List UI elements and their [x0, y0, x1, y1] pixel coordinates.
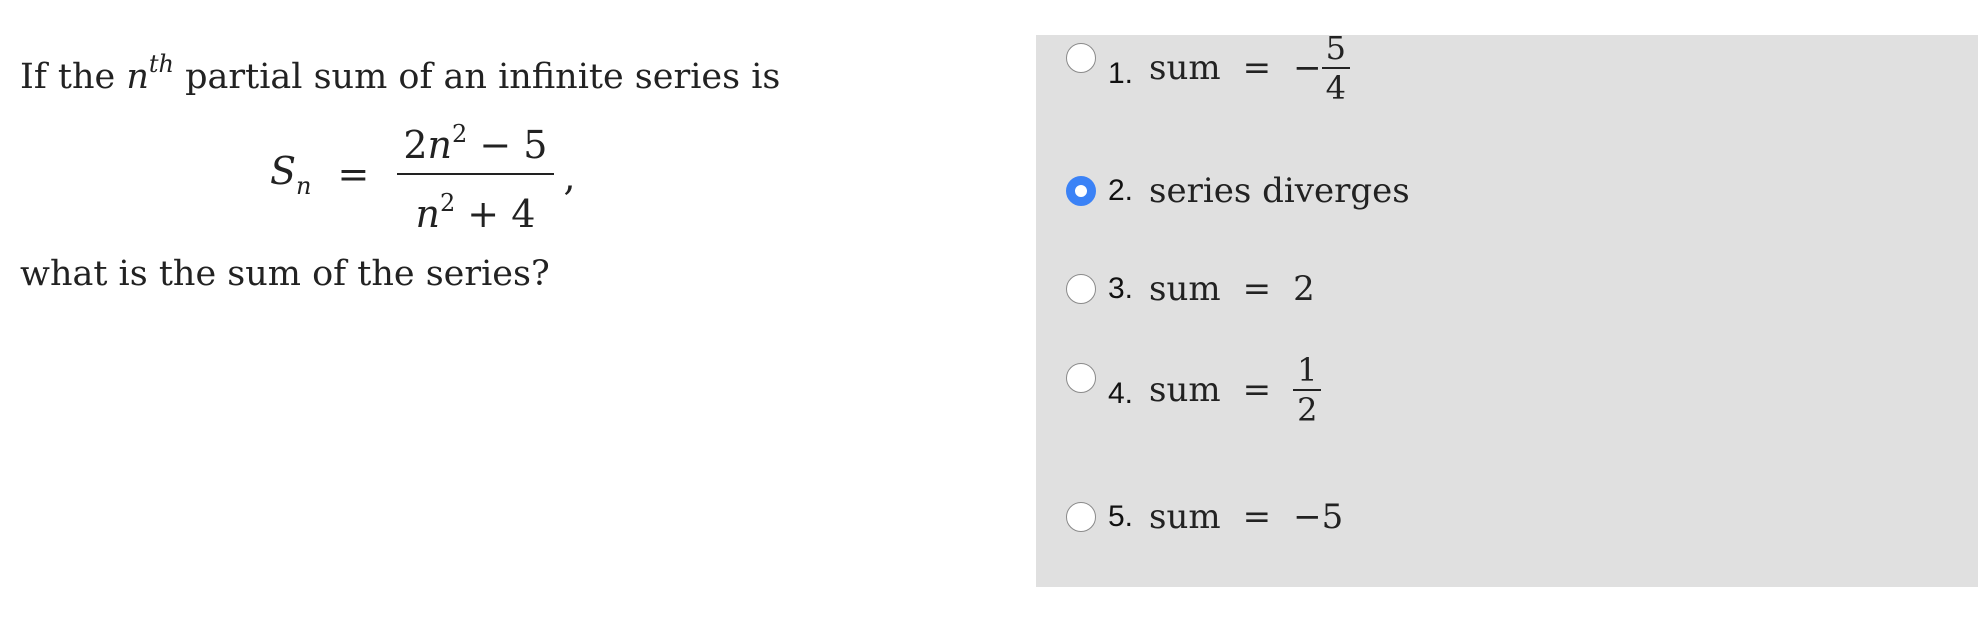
choice-3-value: 2 [1293, 269, 1315, 309]
den-rest: + 4 [455, 192, 536, 236]
formula-comma: , [563, 155, 576, 199]
formula-fraction: 2n2 − 5 n2 + 4 [397, 110, 554, 238]
choice-5-word: sum [1149, 497, 1221, 537]
formula-s: S [270, 148, 297, 193]
choice-1-expression: sum = − 5 4 [1149, 29, 1350, 107]
choice-5-equals: = [1242, 497, 1272, 537]
choice-4-number: 4. [1108, 377, 1134, 410]
choice-4[interactable]: 4. sum = 1 2 [1066, 351, 1322, 443]
choice-4-denominator: 2 [1297, 391, 1318, 429]
formula-equals: = [337, 152, 370, 196]
formula-lhs: Sn [270, 149, 312, 200]
choice-3-word: sum [1149, 269, 1221, 309]
choice-5-expression: sum = −5 [1149, 497, 1343, 537]
choice-4-numerator: 1 [1297, 351, 1318, 389]
den-var: n [415, 192, 440, 236]
choice-2-expression: series diverges [1149, 171, 1410, 211]
intro-superscript: th [148, 50, 175, 78]
choice-4-radio[interactable] [1066, 363, 1096, 393]
choice-5-value: −5 [1293, 497, 1344, 537]
choice-1-radio[interactable] [1066, 43, 1096, 73]
choice-1-sign: − [1293, 48, 1322, 88]
choice-5[interactable]: 5. sum = −5 [1066, 495, 1343, 539]
partial-sum-formula: Sn = 2n2 − 5 n2 + 4 , [270, 116, 576, 236]
num-var: n [427, 123, 453, 167]
choice-1-word: sum [1149, 48, 1221, 88]
question-prompt: what is the sum of the series? [20, 254, 550, 294]
num-rest: − 5 [467, 123, 548, 167]
choice-2-radio[interactable] [1066, 176, 1096, 206]
choice-1-fraction: 5 4 [1321, 29, 1350, 107]
question-intro: If the nth partial sum of an infinite se… [20, 34, 780, 107]
choice-2-number: 2. [1108, 174, 1134, 207]
intro-n: n [126, 57, 149, 97]
choice-4-word: sum [1149, 370, 1221, 410]
choice-4-expression: sum = 1 2 [1149, 351, 1322, 429]
num-exp: 2 [452, 120, 468, 148]
choice-4-equals: = [1242, 370, 1272, 410]
answer-choices-panel: 1. sum = − 5 4 2. series diverges 3. sum… [1036, 29, 1978, 587]
formula-numerator: 2n2 − 5 [397, 110, 553, 173]
choice-3-expression: sum = 2 [1149, 269, 1315, 309]
den-exp: 2 [439, 189, 456, 217]
question-panel: If the nth partial sum of an infinite se… [0, 0, 1020, 630]
choice-1-equals: = [1242, 48, 1272, 88]
choice-4-fraction: 1 2 [1293, 351, 1322, 429]
formula-denominator: n2 + 4 [409, 175, 541, 238]
intro-suffix: partial sum of an infinite series is [174, 57, 781, 97]
choice-3-number: 3. [1108, 272, 1134, 305]
choice-1[interactable]: 1. sum = − 5 4 [1066, 29, 1350, 121]
choice-1-number: 1. [1108, 57, 1134, 90]
intro-prefix: If the [20, 57, 127, 97]
choice-1-numerator: 5 [1325, 29, 1346, 67]
choice-3-equals: = [1242, 269, 1272, 309]
choice-5-number: 5. [1108, 500, 1134, 533]
choice-3-radio[interactable] [1066, 274, 1096, 304]
choice-3[interactable]: 3. sum = 2 [1066, 267, 1315, 311]
choice-5-radio[interactable] [1066, 502, 1096, 532]
choice-1-denominator: 4 [1325, 69, 1346, 107]
choice-2[interactable]: 2. series diverges [1066, 169, 1410, 213]
num-coef: 2 [403, 123, 428, 167]
formula-sub: n [296, 171, 312, 200]
